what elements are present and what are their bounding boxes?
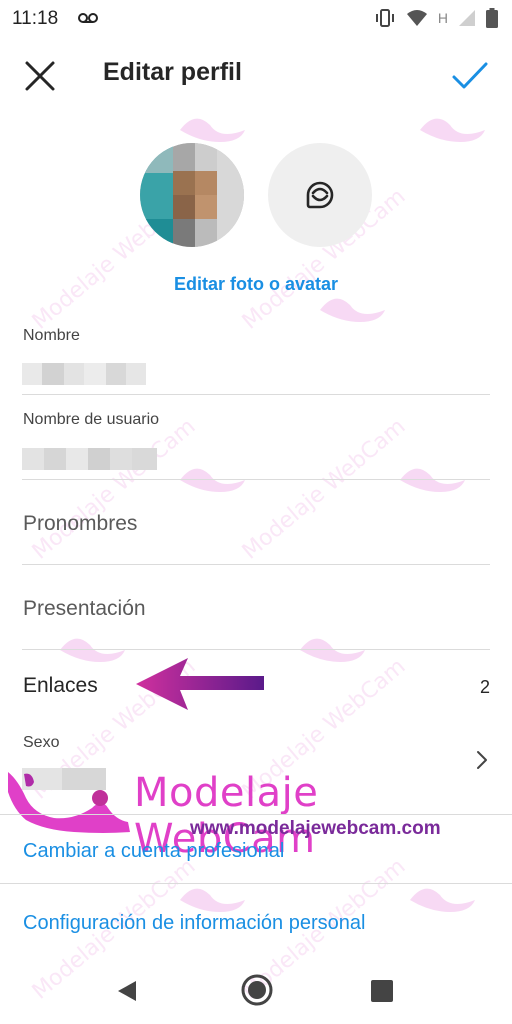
close-icon[interactable] [22,58,58,94]
pixelated-photo [140,143,244,247]
divider [22,564,490,565]
edit-photo-link[interactable]: Editar foto o avatar [0,274,512,295]
avatar-button[interactable] [268,143,372,247]
pronouns-field[interactable]: Pronombres [23,512,137,536]
username-field-blurred[interactable] [22,448,157,470]
pointer-arrow-icon [136,658,264,710]
watermark-url: www.modelajewebcam.com [190,818,441,839]
status-time: 11:18 [12,8,59,29]
status-icons: H [374,8,498,28]
divider [0,883,512,884]
switch-professional-link[interactable]: Cambiar a cuenta profesional [23,840,284,863]
bio-field[interactable]: Presentación [23,597,146,621]
divider [0,814,512,815]
links-count: 2 [479,677,490,697]
username-label: Nombre de usuario [23,411,160,428]
links-row[interactable]: Enlaces [23,674,98,698]
divider [22,479,490,480]
personal-info-settings-link[interactable]: Configuración de información personal [23,912,365,935]
avatar-sticker-icon [306,181,334,209]
profile-photo[interactable] [140,143,244,247]
navigation-bar [0,960,512,1024]
vibrate-icon [375,9,394,27]
voicemail-icon [78,13,98,23]
name-field-blurred[interactable] [22,363,146,385]
status-bar: 11:18 H [0,0,512,36]
signal-icon [459,10,475,26]
page-title: Editar perfil [103,58,242,86]
recents-icon[interactable] [371,980,393,1002]
checkmark-icon[interactable] [450,58,490,94]
back-icon[interactable] [116,979,138,1003]
chevron-right-icon[interactable] [476,750,488,770]
svg-text:Modelaje WebCam: Modelaje WebCam [238,414,411,565]
gender-label: Sexo [23,734,60,751]
battery-icon [486,8,498,28]
home-icon[interactable] [240,973,274,1007]
wifi-icon [406,10,427,26]
header: Editar perfil [0,44,512,108]
name-label: Nombre [23,327,80,344]
watermark-silhouette-logo [8,772,130,833]
divider [22,649,490,650]
network-type-label: H [437,10,448,26]
svg-text:Modelaje WebCam: Modelaje WebCam [28,414,201,565]
divider [22,394,490,395]
